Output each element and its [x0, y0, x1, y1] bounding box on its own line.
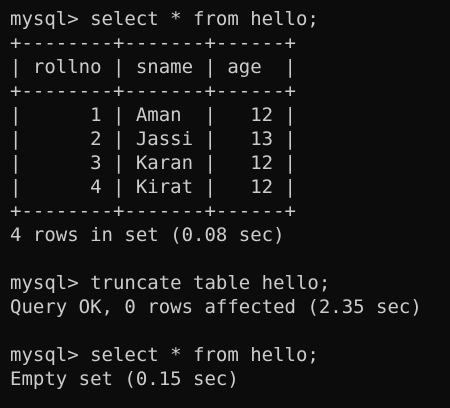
- command-line: mysql> truncate table hello;: [10, 272, 331, 294]
- table-border: +--------+-------+------+: [10, 32, 296, 54]
- result-summary: Empty set (0.15 sec): [10, 368, 239, 390]
- result-summary: 4 rows in set (0.08 sec): [10, 224, 285, 246]
- table-row: | 4 | Kirat | 12 |: [10, 176, 296, 198]
- table-border: +--------+-------+------+: [10, 200, 296, 222]
- terminal-window[interactable]: mysql> select * from hello; +--------+--…: [0, 0, 450, 408]
- table-header-row: | rollno | sname | age |: [10, 56, 296, 78]
- table-row: | 1 | Aman | 12 |: [10, 104, 296, 126]
- command-line: mysql> select * from hello;: [10, 344, 319, 366]
- table-border: +--------+-------+------+: [10, 80, 296, 102]
- result-summary: Query OK, 0 rows affected (2.35 sec): [10, 296, 422, 318]
- table-row: | 3 | Karan | 12 |: [10, 152, 296, 174]
- command-line: mysql> select * from hello;: [10, 8, 319, 30]
- table-row: | 2 | Jassi | 13 |: [10, 128, 296, 150]
